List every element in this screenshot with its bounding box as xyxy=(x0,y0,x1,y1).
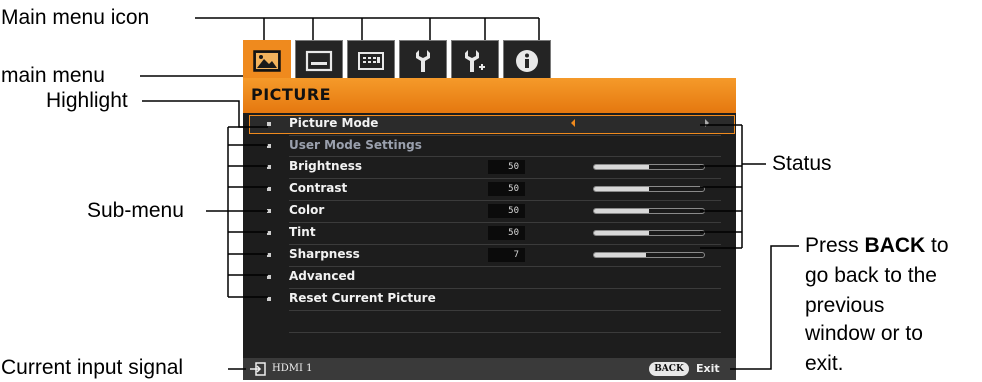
display-icon xyxy=(305,50,333,71)
callout-back-line5: exit. xyxy=(805,352,844,375)
menu-item-tint[interactable]: Tint 50 xyxy=(243,223,736,243)
callout-press: Press xyxy=(805,234,859,257)
tab-setup-basic[interactable] xyxy=(399,40,447,80)
value-box: 50 xyxy=(488,160,525,174)
bullet-icon xyxy=(267,231,271,235)
bullet-icon xyxy=(267,187,271,191)
callout-to: to xyxy=(925,234,949,257)
menu-item-advanced[interactable]: Advanced xyxy=(243,267,736,287)
callout-status: Status xyxy=(772,152,832,175)
bullet-icon xyxy=(267,209,271,213)
contrast-slider[interactable] xyxy=(593,186,705,192)
tab-picture[interactable] xyxy=(243,40,291,80)
value-box: 50 xyxy=(488,204,525,218)
menu-item-user-mode-settings: User Mode Settings xyxy=(243,136,736,156)
menu-item-label: Advanced xyxy=(289,269,356,283)
main-menu-tabs xyxy=(243,40,556,80)
slider-fill xyxy=(594,253,646,257)
slider-fill xyxy=(594,231,649,235)
value-box: 7 xyxy=(488,248,525,262)
wrench-icon xyxy=(416,49,430,72)
sharpness-slider[interactable] xyxy=(593,252,705,258)
menu-item-color[interactable]: Color 50 xyxy=(243,201,736,221)
slider-fill xyxy=(594,165,649,169)
bullet-icon xyxy=(267,253,271,257)
picture-icon xyxy=(253,49,281,72)
bullet-icon xyxy=(267,275,271,279)
wrench-plus-icon xyxy=(465,49,485,72)
back-button[interactable]: BACK xyxy=(649,362,689,376)
menu-item-contrast[interactable]: Contrast 50 xyxy=(243,179,736,199)
bullet-icon xyxy=(267,297,271,301)
input-source-icon xyxy=(250,362,266,376)
menu-item-reset-current-picture[interactable]: Reset Current Picture xyxy=(243,289,736,309)
menu-item-label: Color xyxy=(289,203,325,217)
bullet-icon xyxy=(267,122,271,126)
menu-item-sharpness[interactable]: Sharpness 7 xyxy=(243,245,736,265)
menu-item-picture-mode[interactable]: Picture Mode xyxy=(243,114,736,134)
callout-back-line2: go back to the xyxy=(805,264,937,287)
menu-item-label: User Mode Settings xyxy=(289,138,422,152)
callout-current-input-signal: Current input signal xyxy=(1,356,184,379)
menu-item-label: Picture Mode xyxy=(289,116,379,130)
tab-information[interactable] xyxy=(503,40,551,80)
value-box: 50 xyxy=(488,226,525,240)
exit-label: Exit xyxy=(696,362,720,375)
brightness-slider[interactable] xyxy=(593,164,705,170)
osd-menu: PICTURE Picture Mode User Mode Settings … xyxy=(243,78,736,380)
menu-item-brightness[interactable]: Brightness 50 xyxy=(243,157,736,177)
tab-keypad[interactable] xyxy=(347,40,395,80)
callout-main-menu: main menu xyxy=(1,64,105,87)
keypad-icon xyxy=(358,51,384,70)
divider xyxy=(289,332,721,333)
callout-back-line3: previous xyxy=(805,294,885,317)
callout-sub-menu: Sub-menu xyxy=(87,199,184,222)
bullet-icon xyxy=(267,144,271,148)
current-input-signal: HDMI 1 xyxy=(272,363,313,374)
divider xyxy=(289,310,721,311)
osd-footer: HDMI 1 BACK Exit xyxy=(243,358,736,380)
callout-press-back: Press BACK to xyxy=(805,234,949,258)
tab-display[interactable] xyxy=(295,40,343,80)
menu-item-label: Reset Current Picture xyxy=(289,291,436,305)
slider-fill xyxy=(594,187,649,191)
callout-back-bold: BACK xyxy=(864,234,926,257)
menu-item-label: Sharpness xyxy=(289,247,360,261)
main-menu-title: PICTURE xyxy=(251,85,332,104)
left-arrow-icon[interactable] xyxy=(571,119,575,127)
value-box: 50 xyxy=(488,182,525,196)
tab-setup-advanced[interactable] xyxy=(451,40,499,80)
right-arrow-icon[interactable] xyxy=(705,119,709,127)
bullet-icon xyxy=(267,165,271,169)
menu-item-label: Brightness xyxy=(289,159,363,173)
tint-slider[interactable] xyxy=(593,230,705,236)
callout-back-line4: window or to xyxy=(805,322,923,345)
color-slider[interactable] xyxy=(593,208,705,214)
main-menu-title-bar: PICTURE xyxy=(243,78,736,113)
menu-item-label: Contrast xyxy=(289,181,348,195)
callout-main-menu-icon: Main menu icon xyxy=(1,6,150,29)
info-icon xyxy=(516,49,538,72)
callout-highlight: Highlight xyxy=(46,89,128,112)
menu-item-label: Tint xyxy=(289,225,316,239)
slider-fill xyxy=(594,209,649,213)
